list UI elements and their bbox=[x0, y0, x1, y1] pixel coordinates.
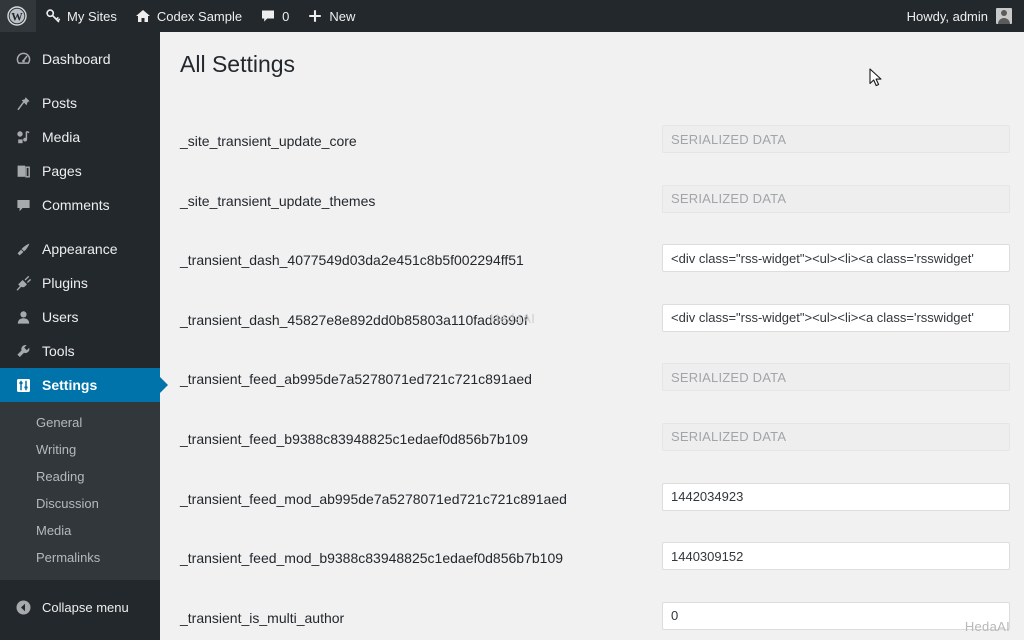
media-icon bbox=[13, 129, 33, 146]
submenu-item-general[interactable]: General bbox=[0, 409, 160, 436]
sidebar-item-label: Comments bbox=[42, 197, 110, 213]
site-name-menu[interactable]: Codex Sample bbox=[126, 0, 251, 32]
sidebar-item-label: Appearance bbox=[42, 241, 118, 257]
my-sites-label: My Sites bbox=[67, 9, 117, 24]
new-content-menu[interactable]: New bbox=[298, 0, 364, 32]
key-icon bbox=[45, 8, 61, 24]
sidebar-item-label: Posts bbox=[42, 95, 77, 111]
pages-icon bbox=[13, 163, 33, 180]
sidebar-item-label: Pages bbox=[42, 163, 82, 179]
option-value-input[interactable] bbox=[662, 483, 1010, 511]
new-label: New bbox=[329, 9, 355, 24]
wordpress-logo-button[interactable]: W bbox=[0, 0, 36, 32]
option-value-input[interactable] bbox=[662, 602, 1010, 630]
sidebar-item-settings[interactable]: Settings bbox=[0, 368, 160, 402]
submenu-item-discussion[interactable]: Discussion bbox=[0, 490, 160, 517]
sidebar-item-comments[interactable]: Comments bbox=[0, 188, 160, 222]
my-sites-menu[interactable]: My Sites bbox=[36, 0, 126, 32]
table-row: _transient_feed_ab995de7a5278071ed721c72… bbox=[160, 346, 1024, 406]
settings-sliders-icon bbox=[13, 377, 33, 394]
sidebar-item-plugins[interactable]: Plugins bbox=[0, 266, 160, 300]
account-greeting: Howdy, admin bbox=[907, 9, 988, 24]
sidebar-item-pages[interactable]: Pages bbox=[0, 154, 160, 188]
sidebar-item-dashboard[interactable]: Dashboard bbox=[0, 42, 160, 76]
collapse-arrow-icon bbox=[13, 599, 33, 616]
table-row: _site_transient_update_core bbox=[160, 108, 1024, 168]
comments-count: 0 bbox=[282, 9, 289, 24]
pin-icon bbox=[13, 95, 33, 112]
table-row: _transient_dash_4077549d03da2e451c8b5f00… bbox=[160, 227, 1024, 287]
option-value-input[interactable] bbox=[662, 304, 1010, 332]
option-value-input[interactable] bbox=[662, 185, 1010, 213]
sidebar-item-posts[interactable]: Posts bbox=[0, 86, 160, 120]
option-name: _transient_dash_4077549d03da2e451c8b5f00… bbox=[180, 251, 524, 269]
plus-icon bbox=[307, 8, 323, 24]
option-name: _site_transient_update_themes bbox=[180, 192, 375, 210]
menu-separator bbox=[0, 222, 160, 232]
table-row: _transient_feed_b9388c83948825c1edaef0d8… bbox=[160, 406, 1024, 466]
submenu-item-reading[interactable]: Reading bbox=[0, 463, 160, 490]
plug-icon bbox=[13, 275, 33, 292]
wordpress-logo-icon: W bbox=[7, 6, 27, 26]
table-row: _transient_feed_mod_ab995de7a5278071ed72… bbox=[160, 466, 1024, 526]
option-name: _transient_is_multi_author bbox=[180, 609, 344, 627]
collapse-menu-wrap: Collapse menu bbox=[0, 590, 160, 624]
option-value-input[interactable] bbox=[662, 244, 1010, 272]
option-name: _transient_feed_ab995de7a5278071ed721c72… bbox=[180, 370, 532, 388]
sidebar-item-appearance[interactable]: Appearance bbox=[0, 232, 160, 266]
table-row: _transient_dash_45827e8e892dd0b85803a110… bbox=[160, 287, 1024, 347]
table-row: _transient_feed_mod_b9388c83948825c1edae… bbox=[160, 525, 1024, 585]
option-value-input[interactable] bbox=[662, 423, 1010, 451]
sidebar-item-label: Media bbox=[42, 129, 80, 145]
option-name: _transient_feed_b9388c83948825c1edaef0d8… bbox=[180, 430, 528, 448]
dashboard-icon bbox=[13, 51, 33, 68]
home-icon bbox=[135, 8, 151, 24]
submenu-item-writing[interactable]: Writing bbox=[0, 436, 160, 463]
collapse-menu-button[interactable]: Collapse menu bbox=[0, 590, 160, 624]
option-value-input[interactable] bbox=[662, 125, 1010, 153]
sidebar-item-label: Settings bbox=[42, 377, 97, 393]
site-name-label: Codex Sample bbox=[157, 9, 242, 24]
submenu-item-media[interactable]: Media bbox=[0, 517, 160, 544]
table-row: _transient_is_multi_author bbox=[160, 585, 1024, 640]
sidebar-item-label: Dashboard bbox=[42, 51, 111, 67]
sidebar-item-label: Tools bbox=[42, 343, 75, 359]
svg-text:W: W bbox=[11, 12, 23, 24]
sidebar-item-label: Users bbox=[42, 309, 79, 325]
sidebar-item-media[interactable]: Media bbox=[0, 120, 160, 154]
settings-submenu: General Writing Reading Discussion Media… bbox=[0, 402, 160, 580]
avatar bbox=[996, 8, 1012, 24]
wrench-icon bbox=[13, 343, 33, 360]
option-name: _transient_feed_mod_b9388c83948825c1edae… bbox=[180, 549, 563, 567]
option-value-input[interactable] bbox=[662, 363, 1010, 391]
menu-separator bbox=[0, 76, 160, 86]
sidebar-item-tools[interactable]: Tools bbox=[0, 334, 160, 368]
option-value-input[interactable] bbox=[662, 542, 1010, 570]
comments-bubble-menu[interactable]: 0 bbox=[251, 0, 298, 32]
all-settings-table: _site_transient_update_core _site_transi… bbox=[160, 108, 1024, 640]
page-title: All Settings bbox=[180, 50, 295, 79]
collapse-menu-label: Collapse menu bbox=[42, 600, 129, 615]
comment-bubble-icon bbox=[260, 8, 276, 24]
option-name: _transient_feed_mod_ab995de7a5278071ed72… bbox=[180, 490, 567, 508]
table-row: _site_transient_update_themes bbox=[160, 168, 1024, 228]
admin-sidebar-menu: Dashboard Posts Media bbox=[0, 32, 160, 640]
option-name: _site_transient_update_core bbox=[180, 132, 357, 150]
user-icon bbox=[13, 309, 33, 326]
admin-bar: W My Sites Codex Sample 0 bbox=[0, 0, 1024, 32]
paintbrush-icon bbox=[13, 241, 33, 258]
sidebar-item-label: Plugins bbox=[42, 275, 88, 291]
submenu-item-permalinks[interactable]: Permalinks bbox=[0, 544, 160, 571]
main-content: All Settings _site_transient_update_core… bbox=[160, 32, 1024, 640]
sidebar-item-users[interactable]: Users bbox=[0, 300, 160, 334]
account-menu[interactable]: Howdy, admin bbox=[898, 0, 1024, 32]
comment-bubble-icon bbox=[13, 197, 33, 214]
option-name: _transient_dash_45827e8e892dd0b85803a110… bbox=[180, 311, 528, 329]
menu-top-spacer bbox=[0, 32, 160, 42]
